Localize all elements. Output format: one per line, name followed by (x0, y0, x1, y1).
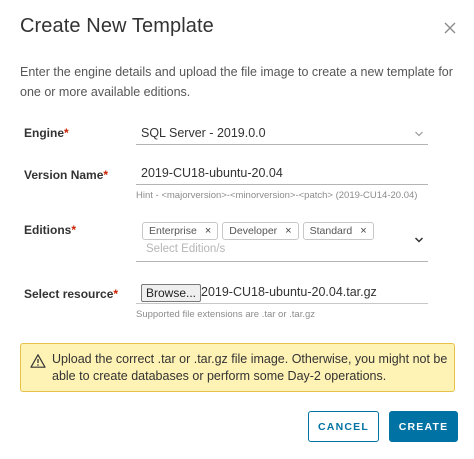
resource-label-text: Select resource (24, 287, 114, 301)
dialog-title: Create New Template (20, 15, 214, 37)
edition-pill-enterprise: Enterprise × (142, 222, 219, 240)
warning-alert-text: Upload the correct .tar or .tar.gz file … (52, 352, 448, 383)
version-name-hint: Hint - <majorversion>-<minorversion>-<pa… (136, 190, 418, 201)
close-icon[interactable] (442, 20, 458, 36)
engine-label: Engine* (24, 126, 69, 140)
version-name-label: Version Name* (24, 168, 108, 182)
version-name-input[interactable]: 2019-CU18-ubuntu-20.04 (136, 164, 428, 185)
version-name-value: 2019-CU18-ubuntu-20.04 (141, 166, 283, 180)
create-button[interactable]: CREATE (389, 411, 458, 442)
resource-label: Select resource* (24, 287, 118, 301)
edition-pill-label: Standard (309, 225, 353, 237)
warning-triangle-icon (30, 354, 46, 368)
chevron-down-icon[interactable] (414, 235, 424, 245)
edition-pill-label: Enterprise (149, 225, 197, 237)
browse-button[interactable]: Browse... (141, 284, 202, 302)
engine-label-text: Engine (24, 126, 65, 140)
version-name-label-text: Version Name (24, 168, 104, 182)
engine-select-value: SQL Server - 2019.0.0 (141, 126, 266, 140)
resource-file-picker: Browse... 2019-CU18-ubuntu-20.04.tar.gz (136, 283, 428, 304)
resource-hint: Supported file extensions are .tar or .t… (136, 309, 316, 320)
required-mark: * (113, 287, 119, 301)
warning-alert: Upload the correct .tar or .tar.gz file … (20, 343, 455, 392)
selected-file-name: 2019-CU18-ubuntu-20.04.tar.gz (201, 285, 377, 299)
required-mark: * (71, 223, 77, 237)
remove-developer-icon[interactable]: × (285, 225, 291, 237)
editions-pill-list: Enterprise × Developer × Standard × (142, 222, 378, 240)
editions-placeholder[interactable]: Select Edition/s (146, 243, 225, 255)
required-mark: * (64, 126, 69, 140)
edition-pill-standard: Standard × (302, 222, 374, 240)
remove-enterprise-icon[interactable]: × (205, 225, 211, 237)
edition-pill-label: Developer (229, 225, 278, 237)
remove-standard-icon[interactable]: × (360, 225, 366, 237)
cancel-button[interactable]: CANCEL (308, 411, 379, 442)
required-mark: * (103, 168, 109, 182)
editions-multiselect[interactable]: Enterprise × Developer × Standard × Sele… (136, 219, 428, 262)
editions-label: Editions* (24, 223, 76, 237)
chevron-down-icon (415, 131, 423, 137)
engine-select[interactable]: SQL Server - 2019.0.0 (136, 124, 428, 145)
editions-label-text: Editions (24, 223, 72, 237)
dialog-description: Enter the engine details and upload the … (20, 65, 453, 99)
edition-pill-developer: Developer × (222, 222, 299, 240)
